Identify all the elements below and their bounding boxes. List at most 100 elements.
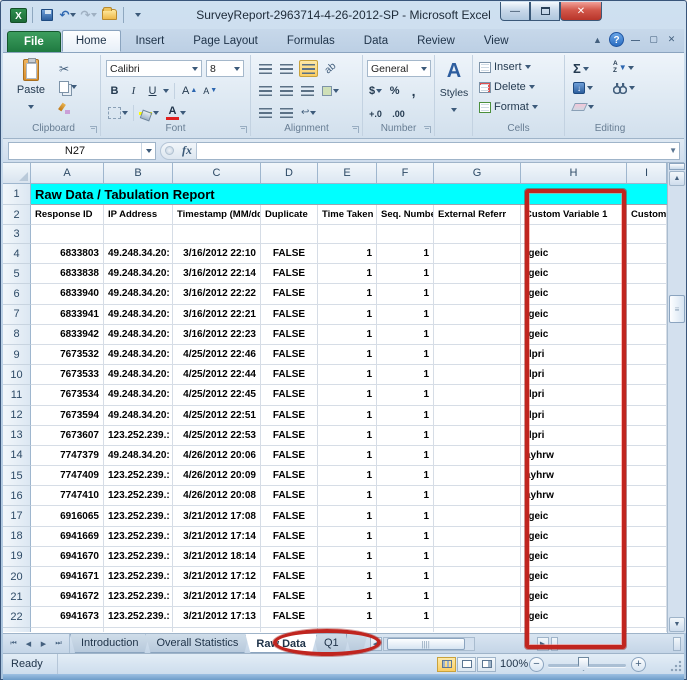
row-header-19[interactable]: 19 bbox=[3, 547, 31, 567]
sheet-tab-introduction[interactable]: Introduction bbox=[70, 634, 149, 653]
bold-button[interactable]: B bbox=[106, 82, 123, 99]
cell[interactable]: tgeic bbox=[521, 325, 627, 345]
tab-split-handle[interactable] bbox=[551, 637, 558, 651]
comma-style-button[interactable]: , bbox=[405, 82, 422, 99]
cell[interactable]: 4/25/2012 22:51 bbox=[173, 406, 261, 426]
cell[interactable]: FALSE bbox=[261, 305, 318, 325]
cell[interactable] bbox=[434, 225, 521, 244]
row-header-17[interactable]: 17 bbox=[3, 506, 31, 526]
cell[interactable] bbox=[521, 225, 627, 244]
cell[interactable]: 1 bbox=[377, 426, 434, 446]
cell[interactable] bbox=[627, 406, 667, 426]
shrink-font-button[interactable]: A▼ bbox=[201, 82, 219, 99]
cell[interactable] bbox=[434, 264, 521, 284]
insert-function-button[interactable]: fx bbox=[182, 143, 192, 158]
vertical-scrollbar[interactable]: ▲ ≡ ▼ bbox=[667, 163, 686, 633]
cell[interactable] bbox=[434, 506, 521, 526]
sheet-tab-raw-data[interactable]: Raw Data bbox=[245, 634, 317, 653]
cell[interactable] bbox=[434, 486, 521, 506]
first-sheet-button[interactable]: ⏮ bbox=[7, 637, 20, 650]
cell[interactable]: 123.252.239.: bbox=[104, 587, 173, 607]
cell[interactable] bbox=[434, 466, 521, 486]
fill-color-button[interactable] bbox=[137, 104, 161, 121]
header-cell[interactable]: Timestamp (MM/dd bbox=[173, 205, 261, 225]
cell[interactable]: 1 bbox=[377, 587, 434, 607]
cell[interactable] bbox=[434, 305, 521, 325]
alignment-dialog-launcher-icon[interactable] bbox=[352, 126, 359, 133]
row-header-16[interactable]: 16 bbox=[3, 486, 31, 506]
cell[interactable] bbox=[627, 305, 667, 325]
cell[interactable]: 4/25/2012 22:44 bbox=[173, 365, 261, 385]
column-header-A[interactable]: A bbox=[31, 163, 104, 184]
cell[interactable]: 6941671 bbox=[31, 567, 104, 587]
cell[interactable] bbox=[434, 527, 521, 547]
cell[interactable]: 1 bbox=[377, 264, 434, 284]
cell[interactable]: tgeic bbox=[521, 567, 627, 587]
cell[interactable]: 3/21/2012 17:14 bbox=[173, 587, 261, 607]
cell[interactable]: 1 bbox=[377, 567, 434, 587]
font-dialog-launcher-icon[interactable] bbox=[240, 126, 247, 133]
format-cells-button[interactable]: Format bbox=[479, 101, 538, 113]
header-cell[interactable]: Time Taken ( bbox=[318, 205, 377, 225]
cell[interactable]: 1 bbox=[377, 446, 434, 466]
increase-indent-button[interactable] bbox=[278, 104, 295, 121]
normal-view-button[interactable] bbox=[437, 657, 456, 672]
ribbon-tab-review[interactable]: Review bbox=[403, 30, 469, 52]
cell[interactable]: 3/21/2012 17:14 bbox=[173, 527, 261, 547]
cell[interactable]: tgeic bbox=[521, 587, 627, 607]
cell[interactable] bbox=[261, 225, 318, 244]
underline-button[interactable]: U bbox=[144, 82, 161, 99]
row-header-23[interactable]: 23 bbox=[3, 628, 31, 632]
column-header-C[interactable]: C bbox=[173, 163, 261, 184]
increase-decimal-button[interactable]: +.0 bbox=[367, 105, 384, 122]
ribbon-tab-insert[interactable]: Insert bbox=[122, 30, 179, 52]
cell[interactable] bbox=[31, 225, 104, 244]
cell[interactable]: 4/25/2012 22:53 bbox=[173, 426, 261, 446]
cell[interactable]: 6833940 bbox=[31, 284, 104, 304]
cell[interactable]: 1 bbox=[318, 587, 377, 607]
expand-formula-bar-icon[interactable]: ▼ bbox=[669, 146, 677, 155]
cell[interactable] bbox=[627, 385, 667, 405]
cell[interactable]: 1 bbox=[377, 244, 434, 264]
row-header-1[interactable]: 1 bbox=[3, 184, 31, 205]
cell[interactable]: 1 bbox=[318, 305, 377, 325]
merge-center-button[interactable] bbox=[320, 82, 341, 99]
cell[interactable]: 49.248.34.20: bbox=[104, 446, 173, 466]
cell[interactable] bbox=[627, 466, 667, 486]
cell[interactable] bbox=[434, 406, 521, 426]
cell[interactable] bbox=[627, 426, 667, 446]
find-select-button[interactable] bbox=[613, 82, 635, 94]
cell[interactable]: 6833803 bbox=[31, 244, 104, 264]
ribbon-tab-formulas[interactable]: Formulas bbox=[273, 30, 349, 52]
autosum-button[interactable]: Σ bbox=[573, 61, 589, 76]
cell[interactable] bbox=[434, 426, 521, 446]
cell[interactable]: FALSE bbox=[261, 547, 318, 567]
cell[interactable]: rlpri bbox=[521, 406, 627, 426]
copy-button[interactable] bbox=[59, 81, 77, 93]
cell[interactable] bbox=[434, 244, 521, 264]
restore-button[interactable] bbox=[530, 2, 560, 21]
header-cell[interactable]: Custom V bbox=[627, 205, 667, 225]
cell[interactable]: 123.252.239.: bbox=[104, 466, 173, 486]
cell[interactable]: 3/21/2012 17:08 bbox=[173, 506, 261, 526]
cell[interactable]: ayhrw bbox=[521, 446, 627, 466]
cell[interactable]: 1 bbox=[377, 547, 434, 567]
report-title-cell[interactable]: Raw Data / Tabulation Report bbox=[31, 184, 667, 205]
insert-cells-button[interactable]: Insert bbox=[479, 61, 531, 73]
cell[interactable]: 1 bbox=[318, 426, 377, 446]
cell[interactable] bbox=[434, 325, 521, 345]
cell[interactable]: 49.248.34.20: bbox=[104, 244, 173, 264]
row-header-13[interactable]: 13 bbox=[3, 426, 31, 446]
column-header-B[interactable]: B bbox=[104, 163, 173, 184]
cell[interactable]: 6833838 bbox=[31, 264, 104, 284]
cell[interactable]: 4/26/2012 20:08 bbox=[173, 486, 261, 506]
cell[interactable]: tgeic bbox=[521, 527, 627, 547]
name-box[interactable]: N27 bbox=[8, 142, 156, 160]
row-header-12[interactable]: 12 bbox=[3, 406, 31, 426]
cell[interactable]: 123.252.239.: bbox=[104, 607, 173, 627]
cell[interactable]: 1 bbox=[318, 446, 377, 466]
cell[interactable]: FALSE bbox=[261, 406, 318, 426]
sheet-tab-q1[interactable]: Q1 bbox=[313, 634, 350, 653]
cell[interactable]: FALSE bbox=[261, 446, 318, 466]
page-layout-view-button[interactable] bbox=[457, 657, 476, 672]
